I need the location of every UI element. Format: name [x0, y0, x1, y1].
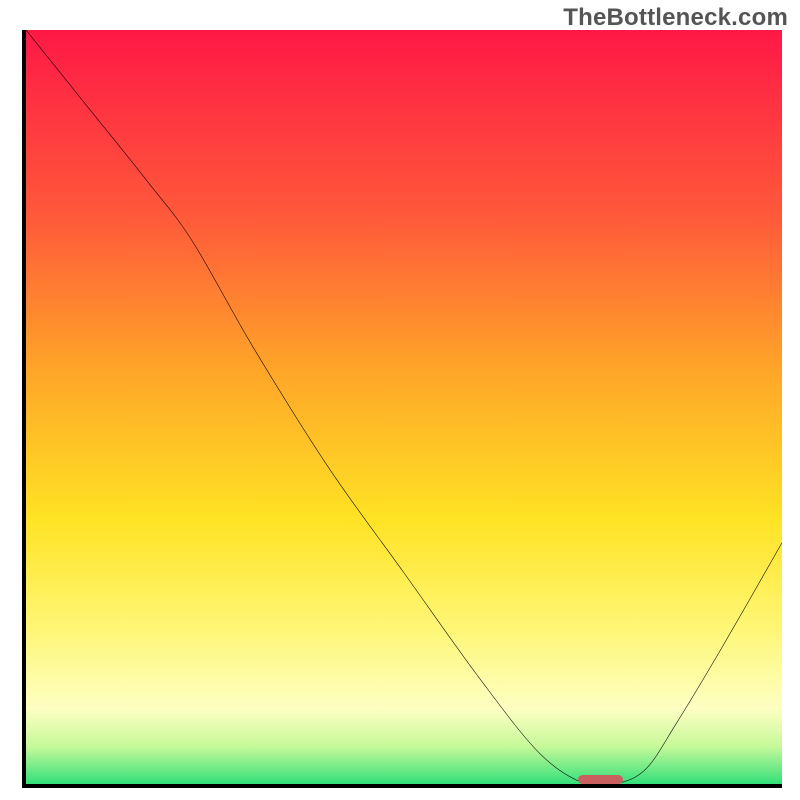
chart-container: TheBottleneck.com — [0, 0, 800, 800]
bottleneck-curve — [26, 30, 782, 784]
watermark-text: TheBottleneck.com — [563, 4, 788, 32]
plot-area — [22, 30, 782, 788]
optimal-marker — [578, 775, 623, 784]
